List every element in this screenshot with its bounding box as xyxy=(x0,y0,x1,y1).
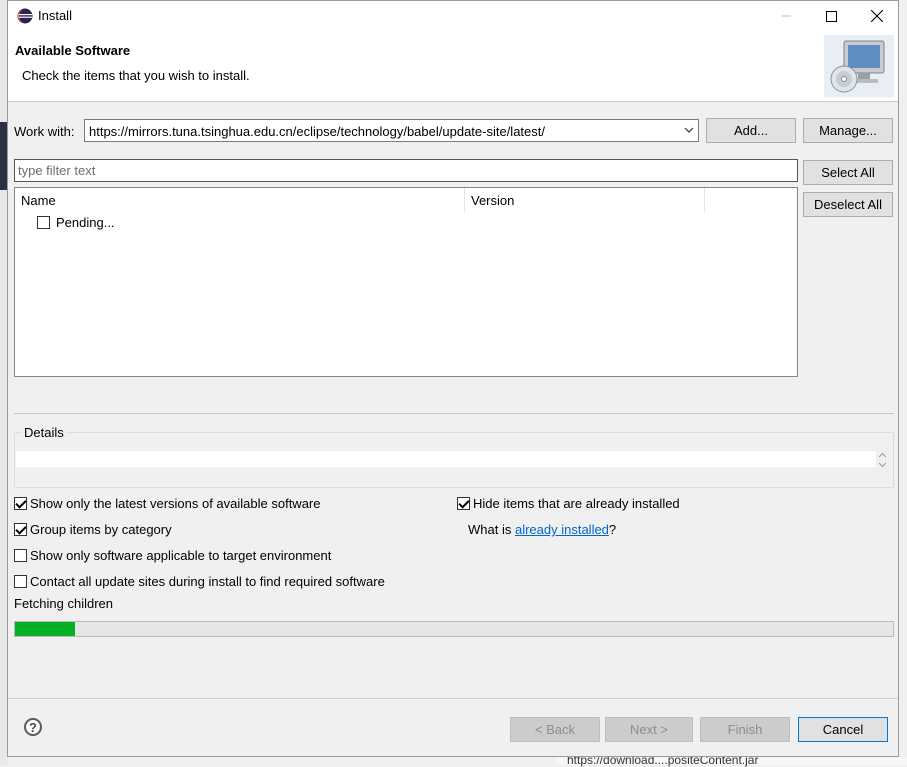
maximize-icon xyxy=(825,10,837,22)
minimize-icon xyxy=(781,15,791,17)
details-label: Details xyxy=(22,425,66,440)
work-with-value: https://mirrors.tuna.tsinghua.edu.cn/ecl… xyxy=(89,124,545,139)
contact-update-sites-label[interactable]: Contact all update sites during install … xyxy=(30,574,385,589)
install-dialog: Install Available Software Check the ite… xyxy=(7,0,899,757)
tree-header: Name Version xyxy=(15,188,797,212)
chevron-down-icon xyxy=(684,127,694,133)
back-button[interactable]: < Back xyxy=(510,717,600,742)
group-by-category-checkbox[interactable] xyxy=(14,523,27,536)
column-divider[interactable] xyxy=(704,188,705,212)
cancel-button[interactable]: Cancel xyxy=(798,717,888,742)
add-button[interactable]: Add... xyxy=(706,118,796,143)
title-bar[interactable]: Install xyxy=(8,1,898,31)
contact-update-sites-checkbox[interactable] xyxy=(14,575,27,588)
column-name-header[interactable]: Name xyxy=(21,193,56,208)
separator xyxy=(14,413,894,414)
pending-label: Pending... xyxy=(56,215,115,230)
close-icon xyxy=(871,10,883,22)
window-title: Install xyxy=(38,8,72,23)
target-environment-checkbox[interactable] xyxy=(14,549,27,562)
progress-bar xyxy=(14,621,894,637)
install-software-icon xyxy=(824,35,894,97)
filter-input[interactable] xyxy=(18,161,788,180)
close-button[interactable] xyxy=(854,1,900,31)
latest-versions-label[interactable]: Show only the latest versions of availab… xyxy=(30,496,321,511)
help-icon[interactable]: ? xyxy=(24,718,42,736)
next-button[interactable]: Next > xyxy=(605,717,693,742)
eclipse-icon xyxy=(17,8,33,24)
details-text-area[interactable] xyxy=(16,451,876,467)
pending-checkbox[interactable] xyxy=(37,216,50,229)
what-is-suffix: ? xyxy=(608,522,617,537)
manage-button[interactable]: Manage... xyxy=(803,118,893,143)
software-tree[interactable]: Name Version Pending... xyxy=(14,187,798,377)
filter-field xyxy=(14,159,798,182)
work-with-combo[interactable]: https://mirrors.tuna.tsinghua.edu.cn/ecl… xyxy=(84,119,699,142)
what-is-prefix: What is xyxy=(468,522,515,537)
maximize-button[interactable] xyxy=(808,1,854,31)
target-environment-label[interactable]: Show only software applicable to target … xyxy=(30,548,331,563)
status-text: Fetching children xyxy=(14,596,113,611)
details-scrollbar[interactable] xyxy=(877,451,888,469)
wizard-header: Available Software Check the items that … xyxy=(8,31,898,102)
hide-installed-checkbox[interactable] xyxy=(457,497,470,510)
minimize-button[interactable] xyxy=(763,1,809,31)
column-version-header[interactable]: Version xyxy=(471,193,514,208)
hide-installed-label[interactable]: Hide items that are already installed xyxy=(473,496,680,511)
progress-fill xyxy=(15,622,75,636)
group-by-category-label[interactable]: Group items by category xyxy=(30,522,172,537)
finish-button[interactable]: Finish xyxy=(700,717,790,742)
already-installed-link[interactable]: already installed xyxy=(515,522,609,537)
select-all-button[interactable]: Select All xyxy=(803,160,893,185)
latest-versions-checkbox[interactable] xyxy=(14,497,27,510)
work-with-label: Work with: xyxy=(14,124,75,139)
column-divider[interactable] xyxy=(464,188,465,212)
footer-separator xyxy=(8,698,898,699)
page-description: Check the items that you wish to install… xyxy=(22,68,250,83)
page-title: Available Software xyxy=(15,43,131,58)
deselect-all-button[interactable]: Deselect All xyxy=(803,192,893,217)
already-installed-text: What is already installed? xyxy=(468,522,616,537)
